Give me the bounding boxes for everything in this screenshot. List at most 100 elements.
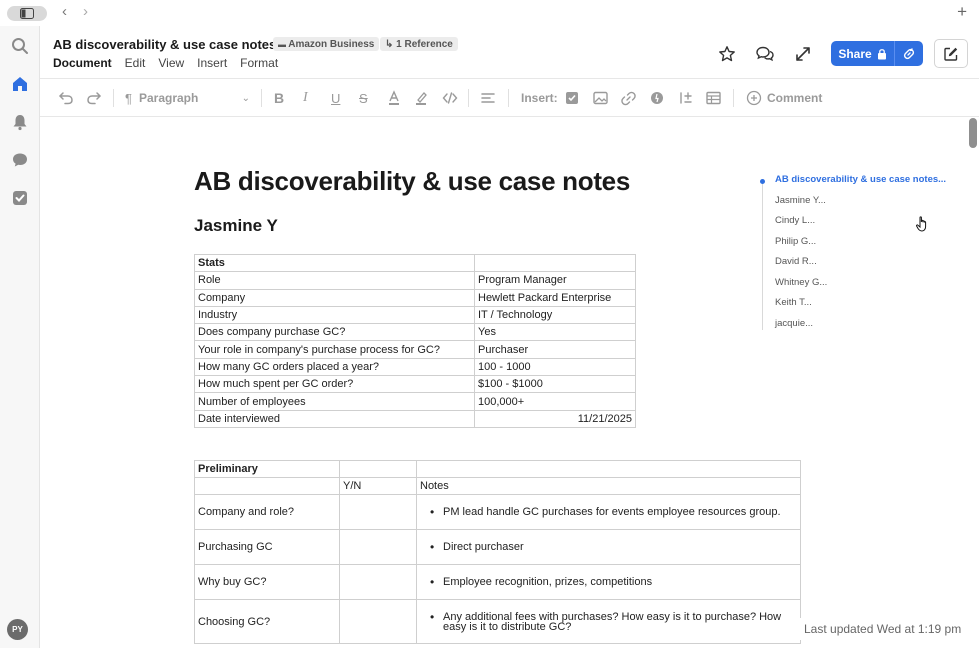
document-title[interactable]: AB discoverability & use case notes (53, 37, 276, 52)
chat-bubble-icon[interactable] (9, 149, 31, 171)
yn-cell[interactable] (339, 494, 417, 530)
outline-item[interactable]: Cindy L... (775, 215, 815, 226)
share-button[interactable]: Share (831, 41, 895, 66)
document-heading[interactable]: AB discoverability & use case notes (194, 166, 630, 197)
table-row: How many GC orders placed a year? 100 - 1… (194, 357, 636, 377)
table-row: Purchasing GC Direct purchaser (194, 529, 801, 565)
yn-cell[interactable] (339, 529, 417, 565)
add-comment-icon (746, 90, 762, 106)
comment-button[interactable]: Comment (746, 89, 822, 107)
outline-item[interactable]: jacquie... (775, 318, 813, 329)
table-icon[interactable] (706, 89, 721, 107)
notes-cell[interactable]: Employee recognition, prizes, competitio… (416, 564, 801, 600)
question-cell[interactable]: Company and role? (194, 494, 340, 530)
yn-cell[interactable] (339, 564, 417, 600)
paragraph-style-select[interactable]: ¶ Paragraph ⌄ (125, 89, 250, 107)
stats-label-cell[interactable]: Number of employees (194, 392, 475, 411)
prelim-header-empty-cell[interactable] (339, 460, 417, 478)
notes-cell[interactable]: Any additional fees with purchases? How … (416, 599, 801, 644)
yn-cell[interactable] (339, 599, 417, 644)
outline-item[interactable]: Whitney G... (775, 277, 827, 288)
stats-label-cell[interactable]: Industry (194, 305, 475, 325)
underline-icon[interactable]: U (331, 89, 340, 107)
search-icon[interactable] (9, 35, 31, 57)
prelim-header-empty-cell[interactable] (416, 460, 801, 478)
stats-header-cell[interactable]: Stats (194, 253, 475, 273)
menu-edit[interactable]: Edit (125, 56, 146, 70)
stats-value-cell[interactable]: Yes (474, 323, 636, 342)
user-avatar[interactable]: PY (7, 619, 28, 640)
align-left-icon[interactable] (480, 89, 496, 107)
stats-value-cell[interactable]: Hewlett Packard Enterprise (474, 288, 636, 307)
yn-column-header[interactable]: Y/N (339, 477, 417, 495)
lock-icon (877, 48, 886, 59)
outline-item[interactable]: Jasmine Y... (775, 195, 826, 206)
conversation-icon[interactable] (755, 44, 775, 64)
prelim-header-row: Preliminary (194, 460, 801, 478)
text-color-icon[interactable] (387, 89, 401, 107)
back-arrow-icon[interactable]: ‹ (62, 4, 67, 20)
tasks-checkbox-icon[interactable] (9, 187, 31, 209)
undo-icon[interactable] (58, 89, 74, 107)
sidebar-toggle-button[interactable] (7, 6, 47, 21)
menu-document[interactable]: Document (53, 56, 112, 70)
checklist-icon[interactable] (565, 89, 579, 107)
stats-label-cell[interactable]: Company (194, 288, 475, 307)
outline-item[interactable]: Philip G... (775, 236, 816, 247)
stats-value-cell[interactable]: Purchaser (474, 340, 636, 359)
reference-chip[interactable]: ↳ 1 Reference (380, 37, 458, 51)
stats-header-empty-cell[interactable] (474, 253, 636, 273)
stats-value-cell[interactable]: Program Manager (474, 271, 636, 290)
copy-link-button[interactable] (895, 41, 923, 66)
menu-format[interactable]: Format (240, 56, 278, 70)
strikethrough-icon[interactable]: S (359, 89, 368, 107)
image-icon[interactable] (593, 89, 608, 107)
insert-link-icon[interactable] (621, 89, 636, 107)
stats-value-cell[interactable]: $100 - $1000 (474, 375, 636, 394)
menu-insert[interactable]: Insert (197, 56, 227, 70)
stats-label-cell[interactable]: Does company purchase GC? (194, 323, 475, 342)
stats-value-cell[interactable]: IT / Technology (474, 305, 636, 325)
home-icon[interactable] (9, 73, 31, 95)
expand-arrows-icon[interactable] (793, 44, 813, 64)
stats-label-cell[interactable]: Role (194, 271, 475, 290)
folder-chip[interactable]: ▬ Amazon Business (273, 37, 380, 51)
prelim-subheader-empty-cell[interactable] (194, 477, 340, 495)
highlight-icon[interactable] (414, 89, 428, 107)
toolbar-divider (113, 89, 114, 107)
outline-item[interactable]: Keith T... (775, 297, 812, 308)
list-item: PM lead handle GC purchases for events e… (420, 507, 797, 518)
question-cell[interactable]: Why buy GC? (194, 564, 340, 600)
prelim-header-cell[interactable]: Preliminary (194, 460, 340, 478)
vertical-scrollbar[interactable] (969, 118, 977, 148)
notes-cell[interactable]: PM lead handle GC purchases for events e… (416, 494, 801, 530)
stats-label-cell[interactable]: Your role in company's purchase process … (194, 340, 475, 359)
outline-item[interactable]: AB discoverability & use case notes... (775, 174, 946, 185)
bold-icon[interactable]: B (274, 89, 284, 107)
forward-arrow-icon[interactable]: › (83, 4, 88, 20)
insert-row-icon[interactable] (678, 89, 692, 107)
outline-item[interactable]: David R... (775, 256, 817, 267)
stats-label-cell[interactable]: How many GC orders placed a year? (194, 357, 475, 377)
notifications-bell-icon[interactable] (9, 111, 31, 133)
stats-label-cell[interactable]: Date interviewed (194, 409, 475, 428)
comment-label: Comment (767, 91, 823, 105)
menu-view[interactable]: View (158, 56, 184, 70)
table-row: Role Program Manager (194, 271, 636, 290)
italic-icon[interactable]: I (303, 89, 308, 107)
emoji-sticker-icon[interactable] (650, 89, 664, 107)
stats-value-cell[interactable]: 100 - 1000 (474, 357, 636, 377)
redo-icon[interactable] (86, 89, 102, 107)
code-icon[interactable] (442, 89, 458, 107)
question-cell[interactable]: Choosing GC? (194, 599, 340, 644)
star-icon[interactable] (717, 44, 737, 64)
notes-cell[interactable]: Direct purchaser (416, 529, 801, 565)
question-cell[interactable]: Purchasing GC (194, 529, 340, 565)
stats-value-cell[interactable]: 100,000+ (474, 392, 636, 411)
compose-button[interactable] (934, 39, 968, 68)
stats-label-cell[interactable]: How much spent per GC order? (194, 375, 475, 394)
section-heading[interactable]: Jasmine Y (194, 216, 278, 236)
new-tab-button[interactable]: + (957, 3, 967, 21)
stats-value-cell[interactable]: 11/21/2025 (474, 409, 636, 428)
notes-column-header[interactable]: Notes (416, 477, 801, 495)
